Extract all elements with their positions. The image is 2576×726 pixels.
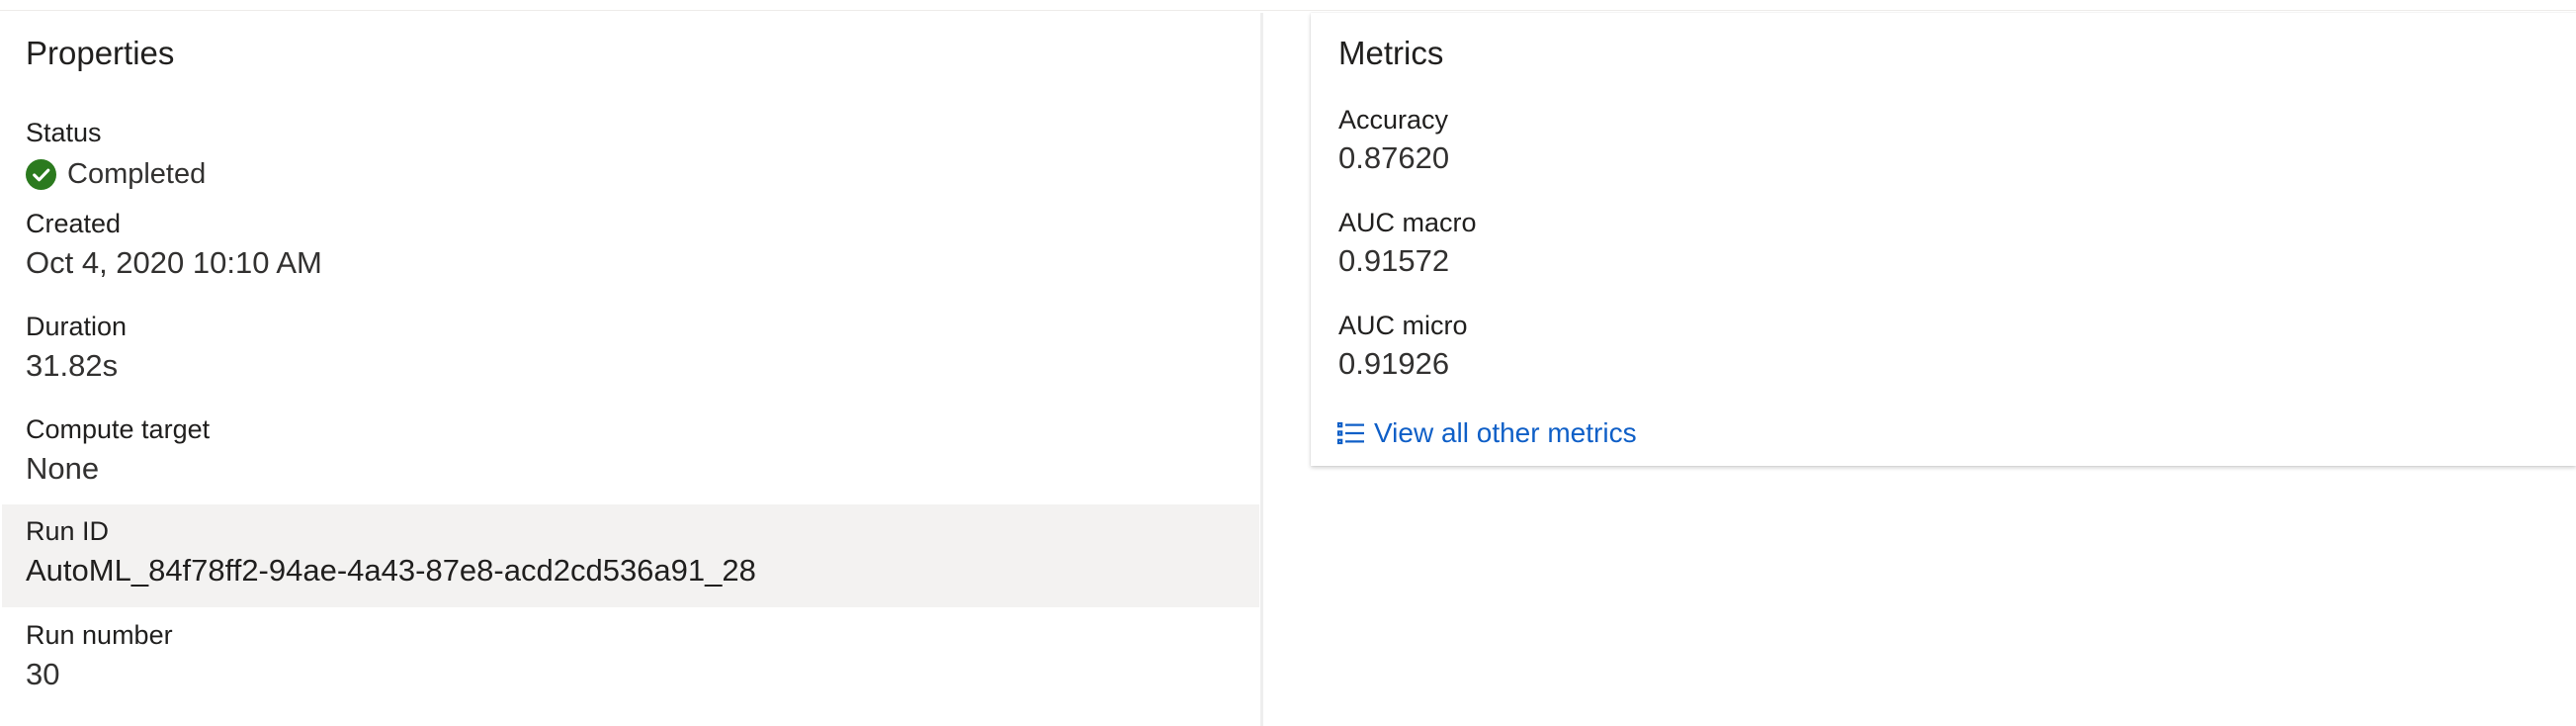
view-all-metrics-label: View all other metrics	[1374, 417, 1637, 448]
metrics-card: Metrics Accuracy 0.87620 AUC macro 0.915…	[1311, 13, 2576, 466]
run-id-field[interactable]: Run ID AutoML_84f78ff2-94ae-4a43-87e8-ac…	[2, 504, 1259, 607]
status-value: Completed	[26, 157, 206, 191]
metric-auc-micro: AUC micro 0.91926	[1338, 309, 2525, 408]
metric-value: 0.91572	[1338, 243, 1450, 278]
run-details-page: Properties Status Completed Created Oct …	[0, 0, 2576, 726]
compute-target-value: None	[26, 451, 100, 486]
run-number-label: Run number	[26, 620, 173, 650]
status-text: Completed	[67, 158, 207, 190]
run-id-label: Run ID	[26, 516, 110, 546]
properties-title: Properties	[26, 35, 175, 71]
run-id-value[interactable]: AutoML_84f78ff2-94ae-4a43-87e8-acd2cd536…	[26, 552, 756, 590]
properties-panel: Properties Status Completed Created Oct …	[0, 13, 1263, 726]
compute-target-label: Compute target	[26, 414, 211, 444]
check-circle-icon	[26, 158, 56, 190]
duration-label: Duration	[26, 312, 128, 341]
status-field: Status Completed	[0, 96, 1262, 199]
metric-value: 0.91926	[1338, 346, 1450, 381]
created-field: Created Oct 4, 2020 10:10 AM	[0, 207, 1262, 310]
metrics-title: Metrics	[1338, 35, 1444, 71]
duration-field: Duration 31.82s	[0, 310, 1262, 412]
run-number-field: Run number 30	[0, 618, 1262, 721]
status-label: Status	[26, 118, 102, 147]
duration-value: 31.82s	[26, 348, 119, 383]
view-all-metrics-link[interactable]: View all other metrics	[1336, 416, 1637, 450]
metric-value: 0.87620	[1338, 140, 1450, 175]
compute-target-field: Compute target None	[0, 412, 1262, 515]
top-divider	[0, 10, 2576, 11]
metric-accuracy: Accuracy 0.87620	[1338, 103, 2525, 202]
metric-label: AUC macro	[1338, 208, 1477, 237]
bulleted-list-icon	[1336, 420, 1366, 446]
run-number-value: 30	[26, 657, 60, 691]
metric-label: Accuracy	[1338, 105, 1449, 135]
created-value: Oct 4, 2020 10:10 AM	[26, 245, 322, 280]
metric-label: AUC micro	[1338, 311, 1468, 340]
metric-auc-macro: AUC macro 0.91572	[1338, 206, 2525, 305]
created-label: Created	[26, 209, 122, 238]
